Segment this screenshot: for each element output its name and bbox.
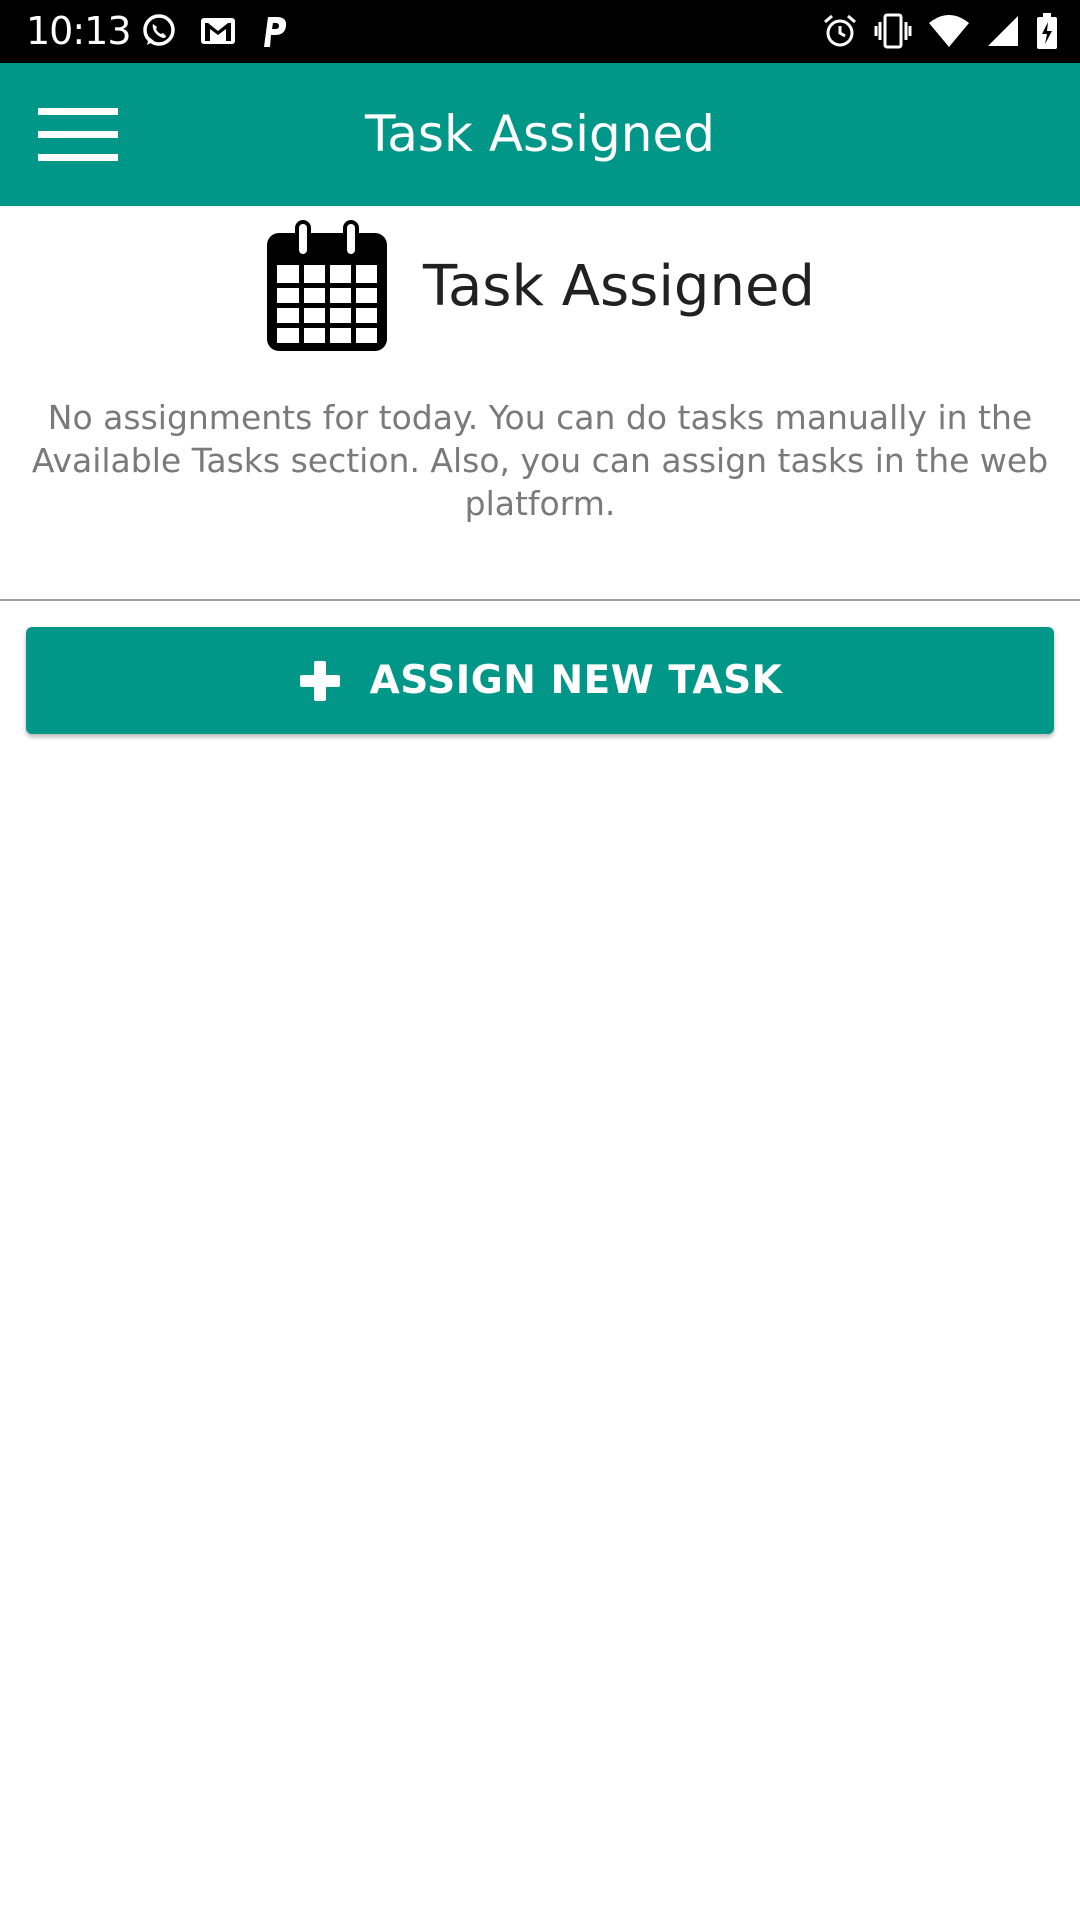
assign-new-task-button[interactable]: ASSIGN NEW TASK <box>26 627 1054 734</box>
system-icons <box>806 10 1058 52</box>
gmail-icon <box>201 18 235 44</box>
status-bar: 10:13 <box>0 0 1080 63</box>
divider <box>0 599 1080 601</box>
calendar-icon <box>267 220 388 351</box>
alarm-icon <box>824 14 856 47</box>
empty-state-message: No assignments for today. You can do tas… <box>31 398 1049 523</box>
signal-icon <box>988 16 1018 46</box>
plus-icon <box>299 660 340 701</box>
whatsapp-icon <box>143 14 175 46</box>
assign-new-task-label: ASSIGN NEW TASK <box>369 658 783 703</box>
wifi-icon <box>929 15 969 47</box>
hamburger-menu-icon <box>38 108 118 161</box>
status-time: 10:13 <box>26 9 132 53</box>
app-bar: Task Assigned <box>0 63 1080 206</box>
p-app-icon <box>264 17 287 47</box>
menu-button[interactable] <box>22 87 134 183</box>
notification-icons <box>140 11 312 51</box>
battery-icon <box>1037 13 1057 49</box>
section-header: Task Assigned <box>0 218 1080 354</box>
app-title: Task Assigned <box>365 105 715 163</box>
section-title: Task Assigned <box>423 253 815 319</box>
vibrate-icon <box>874 13 912 49</box>
